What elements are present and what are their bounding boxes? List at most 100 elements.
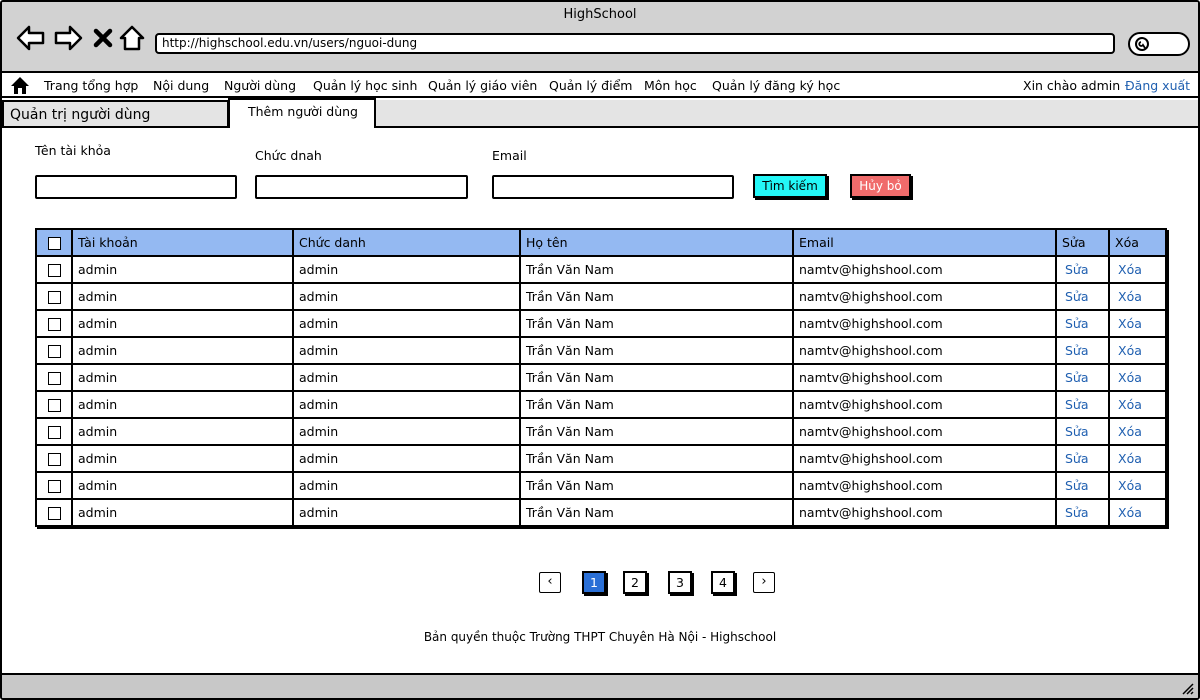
cell-email: namtv@highshool.com — [792, 444, 1057, 473]
delete-link[interactable]: Xóa — [1108, 336, 1167, 365]
row-select-cell — [35, 255, 73, 284]
close-icon[interactable] — [91, 24, 115, 52]
delete-link[interactable]: Xóa — [1108, 471, 1167, 500]
main-menu: Trang tổng hợp Nội dung Người dùng Quản … — [2, 74, 1198, 98]
browser-search-box[interactable] — [1128, 32, 1190, 56]
edit-link[interactable]: Sửa — [1055, 498, 1110, 527]
edit-link[interactable]: Sửa — [1055, 282, 1110, 311]
cell-full-name: Trần Văn Nam — [519, 417, 794, 446]
account-label: Tên tài khỏa — [35, 143, 111, 158]
cell-email: namtv@highshool.com — [792, 417, 1057, 446]
select-all-cell — [35, 228, 73, 257]
delete-link[interactable]: Xóa — [1108, 444, 1167, 473]
cell-title: admin — [292, 444, 521, 473]
cell-email: namtv@highshool.com — [792, 336, 1057, 365]
page-2-button[interactable]: 2 — [623, 571, 647, 594]
header-title[interactable]: Chức danh — [292, 228, 521, 257]
table-row: admin admin Trần Văn Nam namtv@highshool.co… — [35, 390, 1167, 419]
menu-item-subjects[interactable]: Môn học — [644, 78, 697, 93]
row-select-cell — [35, 336, 73, 365]
search-button[interactable]: Tìm kiếm — [753, 174, 827, 198]
cell-title: admin — [292, 255, 521, 284]
logout-link[interactable]: Đăng xuất — [1125, 78, 1190, 93]
cell-full-name: Trần Văn Nam — [519, 498, 794, 527]
prev-page-button[interactable]: ‹ — [539, 572, 561, 593]
delete-link[interactable]: Xóa — [1108, 255, 1167, 284]
menu-item-content[interactable]: Nội dung — [153, 78, 209, 93]
resize-grip-icon[interactable] — [1180, 681, 1194, 695]
home-icon[interactable] — [10, 76, 30, 95]
cell-account: admin — [71, 498, 294, 527]
delete-link[interactable]: Xóa — [1108, 363, 1167, 392]
email-input[interactable] — [492, 175, 734, 199]
row-checkbox[interactable] — [48, 291, 61, 304]
row-checkbox[interactable] — [48, 345, 61, 358]
row-checkbox[interactable] — [48, 426, 61, 439]
cancel-button[interactable]: Hủy bỏ — [850, 174, 911, 198]
cell-title: admin — [292, 390, 521, 419]
cell-account: admin — [71, 390, 294, 419]
edit-link[interactable]: Sửa — [1055, 363, 1110, 392]
page-1-button[interactable]: 1 — [582, 571, 606, 594]
delete-link[interactable]: Xóa — [1108, 309, 1167, 338]
url-bar[interactable]: http://highschool.edu.vn/users/nguoi-dun… — [155, 33, 1115, 54]
cell-full-name: Trần Văn Nam — [519, 363, 794, 392]
back-arrow-icon[interactable] — [16, 24, 46, 52]
delete-link[interactable]: Xóa — [1108, 390, 1167, 419]
menu-item-enrollment[interactable]: Quản lý đăng ký học — [712, 78, 840, 93]
search-icon — [1135, 37, 1149, 51]
row-checkbox[interactable] — [48, 453, 61, 466]
title-input[interactable] — [255, 175, 468, 199]
cell-title: admin — [292, 363, 521, 392]
header-email[interactable]: Email — [792, 228, 1057, 257]
header-full-name[interactable]: Họ tên — [519, 228, 794, 257]
delete-link[interactable]: Xóa — [1108, 498, 1167, 527]
menu-item-users[interactable]: Người dùng — [224, 78, 296, 93]
row-checkbox[interactable] — [48, 399, 61, 412]
cell-email: namtv@highshool.com — [792, 363, 1057, 392]
edit-link[interactable]: Sửa — [1055, 444, 1110, 473]
cell-account: admin — [71, 363, 294, 392]
menu-item-students[interactable]: Quản lý học sinh — [313, 78, 417, 93]
edit-link[interactable]: Sửa — [1055, 471, 1110, 500]
select-all-checkbox[interactable] — [48, 237, 61, 250]
row-select-cell — [35, 444, 73, 473]
cell-email: namtv@highshool.com — [792, 282, 1057, 311]
edit-link[interactable]: Sửa — [1055, 255, 1110, 284]
home-icon[interactable] — [118, 24, 146, 52]
window-title: HighSchool — [563, 7, 637, 22]
cell-full-name: Trần Văn Nam — [519, 282, 794, 311]
delete-link[interactable]: Xóa — [1108, 417, 1167, 446]
menu-item-teachers[interactable]: Quản lý giáo viên — [428, 78, 537, 93]
edit-link[interactable]: Sửa — [1055, 390, 1110, 419]
page-4-button[interactable]: 4 — [711, 571, 735, 594]
table-row: admin admin Trần Văn Nam namtv@highshool.co… — [35, 417, 1167, 446]
browser-chrome: HighSchool http://highschool.edu.vn/user… — [2, 2, 1198, 73]
menu-item-grades[interactable]: Quản lý điểm — [549, 78, 632, 93]
tab-user-admin[interactable]: Quản trị người dùng — [2, 100, 229, 128]
edit-link[interactable]: Sửa — [1055, 309, 1110, 338]
edit-link[interactable]: Sửa — [1055, 336, 1110, 365]
next-page-button[interactable]: › — [753, 572, 775, 593]
table-row: admin admin Trần Văn Nam namtv@highshool.co… — [35, 363, 1167, 392]
row-checkbox[interactable] — [48, 318, 61, 331]
cell-account: admin — [71, 282, 294, 311]
header-account[interactable]: Tài khoản — [71, 228, 294, 257]
forward-arrow-icon[interactable] — [53, 24, 83, 52]
account-input[interactable] — [35, 175, 237, 199]
row-select-cell — [35, 363, 73, 392]
tab-add-user[interactable]: Thêm người dùng — [228, 98, 376, 128]
delete-link[interactable]: Xóa — [1108, 282, 1167, 311]
table-row: admin admin Trần Văn Nam namtv@highshool.co… — [35, 336, 1167, 365]
table-header-row: Tài khoản Chức danh Họ tên Email Sửa Xóa — [35, 228, 1167, 257]
row-checkbox[interactable] — [48, 507, 61, 520]
menu-item-dashboard[interactable]: Trang tổng hợp — [44, 78, 138, 93]
row-checkbox[interactable] — [48, 372, 61, 385]
row-checkbox[interactable] — [48, 264, 61, 277]
edit-link[interactable]: Sửa — [1055, 417, 1110, 446]
cell-title: admin — [292, 309, 521, 338]
page-3-button[interactable]: 3 — [668, 571, 692, 594]
header-delete: Xóa — [1108, 228, 1167, 257]
row-checkbox[interactable] — [48, 480, 61, 493]
cell-full-name: Trần Văn Nam — [519, 390, 794, 419]
